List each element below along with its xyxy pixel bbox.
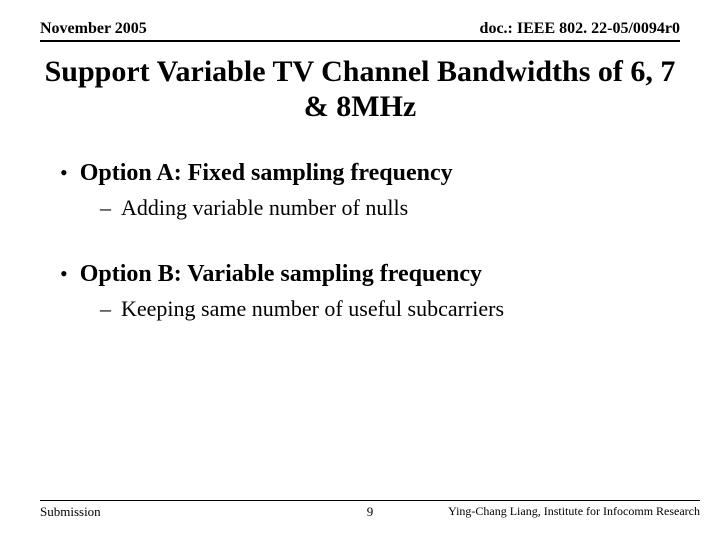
dash-icon: –: [100, 296, 111, 322]
dash-icon: –: [100, 195, 111, 221]
slide-content: • Option A: Fixed sampling frequency – A…: [60, 160, 680, 362]
option-a-sub-text: Adding variable number of nulls: [121, 195, 408, 221]
option-b-sub-row: – Keeping same number of useful subcarri…: [100, 296, 680, 322]
header-date: November 2005: [40, 20, 147, 38]
footer-page-number: 9: [367, 504, 374, 520]
slide-footer: Submission 9 Ying-Chang Liang, Institute…: [40, 500, 700, 520]
bullet-icon: •: [60, 162, 68, 184]
slide-title: Support Variable TV Channel Bandwidths o…: [40, 55, 680, 124]
bullet-icon: •: [60, 263, 68, 285]
footer-left: Submission: [40, 504, 101, 520]
option-a-row: • Option A: Fixed sampling frequency: [60, 160, 680, 187]
footer-author: Ying-Chang Liang, Institute for Infocomm…: [448, 504, 700, 519]
header-doc-id: doc.: IEEE 802. 22-05/0094r0: [480, 20, 680, 38]
option-a-label: Option A: Fixed sampling frequency: [80, 160, 453, 187]
option-b-sub-text: Keeping same number of useful subcarrier…: [121, 296, 504, 322]
option-b-row: • Option B: Variable sampling frequency: [60, 261, 680, 288]
option-b-label: Option B: Variable sampling frequency: [80, 261, 482, 288]
slide-header: November 2005 doc.: IEEE 802. 22-05/0094…: [40, 20, 680, 42]
option-a-sub-row: – Adding variable number of nulls: [100, 195, 680, 221]
